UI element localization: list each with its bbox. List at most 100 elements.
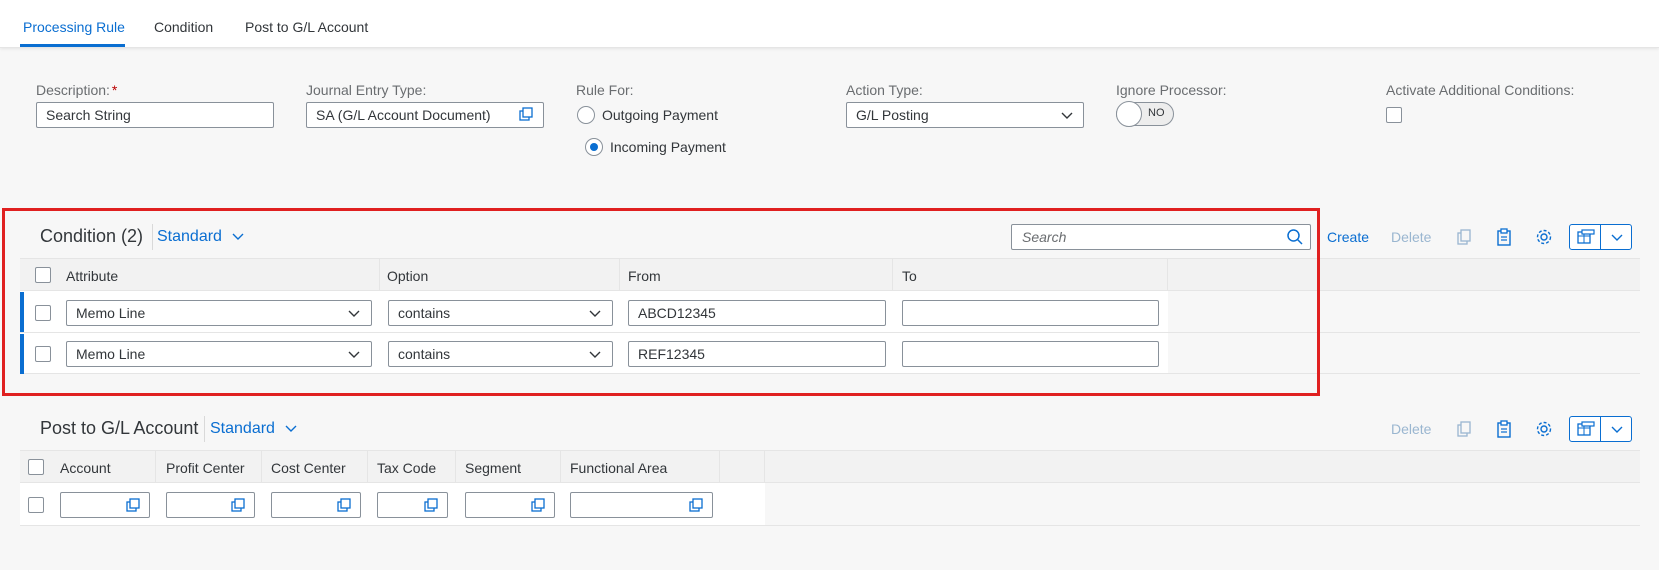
row-filler bbox=[1168, 291, 1640, 333]
column-separator bbox=[560, 450, 561, 483]
settings-gear-icon[interactable] bbox=[1535, 420, 1553, 438]
gl-export-button[interactable] bbox=[1569, 416, 1601, 442]
select-all-checkbox[interactable] bbox=[35, 267, 51, 283]
export-table-icon bbox=[1577, 229, 1595, 244]
copy-icon[interactable] bbox=[1455, 420, 1473, 438]
gl-variant-label: Standard bbox=[210, 420, 275, 437]
row-divider bbox=[1168, 373, 1640, 374]
outgoing-payment-label: Outgoing Payment bbox=[602, 107, 718, 123]
column-separator bbox=[619, 258, 620, 291]
condition-table-title: Condition (2) bbox=[40, 226, 144, 246]
gl-select-all-checkbox[interactable] bbox=[28, 459, 44, 475]
journal-entry-type-input[interactable]: SA (G/L Account Document) bbox=[306, 102, 544, 128]
gl-export-menu-button[interactable] bbox=[1600, 416, 1632, 442]
column-separator bbox=[261, 450, 262, 483]
export-button[interactable] bbox=[1569, 224, 1601, 250]
value-help-icon[interactable] bbox=[424, 498, 438, 512]
chevron-down-icon[interactable] bbox=[348, 351, 360, 359]
tab-processing-rule[interactable]: Processing Rule bbox=[23, 19, 125, 35]
from-input[interactable]: ABCD12345 bbox=[628, 300, 886, 326]
chevron-down-icon bbox=[285, 425, 297, 432]
column-header-attribute[interactable]: Attribute bbox=[66, 268, 118, 284]
column-header-tax-code[interactable]: Tax Code bbox=[377, 460, 436, 476]
row-highlight-marker bbox=[20, 334, 24, 374]
option-select[interactable]: contains bbox=[388, 341, 613, 367]
value-help-icon[interactable] bbox=[531, 498, 545, 512]
column-separator bbox=[892, 258, 893, 291]
search-icon[interactable] bbox=[1286, 228, 1304, 246]
condition-search-input[interactable]: Search bbox=[1011, 224, 1311, 250]
column-header-from[interactable]: From bbox=[628, 268, 661, 284]
chevron-down-icon[interactable] bbox=[1061, 112, 1073, 120]
to-input[interactable] bbox=[902, 300, 1159, 326]
ignore-processor-label: Ignore Processor: bbox=[1116, 82, 1227, 98]
row-select-checkbox[interactable] bbox=[35, 346, 51, 362]
search-placeholder: Search bbox=[1022, 229, 1067, 245]
chevron-down-icon bbox=[1611, 234, 1623, 241]
activate-additional-conditions-checkbox[interactable] bbox=[1386, 107, 1402, 123]
attribute-select[interactable]: Memo Line bbox=[66, 300, 372, 326]
value-help-icon[interactable] bbox=[519, 107, 533, 121]
column-separator bbox=[367, 450, 368, 483]
condition-variant-label: Standard bbox=[157, 228, 222, 245]
chevron-down-icon bbox=[1611, 426, 1623, 433]
paste-icon[interactable] bbox=[1495, 228, 1513, 246]
create-button[interactable]: Create bbox=[1327, 229, 1369, 245]
chevron-down-icon bbox=[232, 233, 244, 240]
column-header-option[interactable]: Option bbox=[387, 268, 428, 284]
gl-row-select-checkbox[interactable] bbox=[28, 497, 44, 513]
action-type-select[interactable]: G/L Posting bbox=[846, 102, 1084, 128]
settings-gear-icon[interactable] bbox=[1535, 228, 1553, 246]
tab-post-to-gl-account[interactable]: Post to G/L Account bbox=[245, 19, 368, 35]
journal-entry-type-value: SA (G/L Account Document) bbox=[316, 107, 491, 123]
title-separator bbox=[152, 224, 153, 250]
option-select[interactable]: contains bbox=[388, 300, 613, 326]
title-separator bbox=[204, 416, 205, 442]
gl-delete-button[interactable]: Delete bbox=[1391, 421, 1431, 437]
ignore-processor-switch[interactable]: NO bbox=[1116, 101, 1174, 127]
outgoing-payment-radio[interactable] bbox=[577, 106, 595, 124]
gl-variant-selector[interactable]: Standard bbox=[210, 420, 297, 438]
active-tab-indicator bbox=[20, 44, 125, 47]
incoming-payment-radio[interactable] bbox=[585, 138, 603, 156]
condition-table-header bbox=[20, 258, 1640, 291]
column-header-profit-center[interactable]: Profit Center bbox=[166, 460, 245, 476]
description-label-text: Description: bbox=[36, 82, 110, 98]
column-header-to[interactable]: To bbox=[902, 268, 917, 284]
action-type-value: G/L Posting bbox=[856, 107, 929, 123]
attribute-select[interactable]: Memo Line bbox=[66, 341, 372, 367]
description-label: Description: * bbox=[36, 82, 117, 98]
to-input[interactable] bbox=[902, 341, 1159, 367]
column-header-segment[interactable]: Segment bbox=[465, 460, 521, 476]
paste-icon[interactable] bbox=[1495, 420, 1513, 438]
tab-condition[interactable]: Condition bbox=[154, 19, 213, 35]
value-help-icon[interactable] bbox=[689, 498, 703, 512]
incoming-payment-label: Incoming Payment bbox=[610, 139, 726, 155]
chevron-down-icon[interactable] bbox=[589, 351, 601, 359]
chevron-down-icon[interactable] bbox=[348, 310, 360, 318]
column-separator bbox=[379, 258, 380, 291]
gl-table-header bbox=[20, 450, 1640, 483]
switch-state-text: NO bbox=[1148, 107, 1165, 119]
chevron-down-icon[interactable] bbox=[589, 310, 601, 318]
column-header-functional-area[interactable]: Functional Area bbox=[570, 460, 667, 476]
description-input[interactable]: Search String bbox=[36, 102, 274, 128]
delete-button[interactable]: Delete bbox=[1391, 229, 1431, 245]
condition-variant-selector[interactable]: Standard bbox=[157, 228, 244, 246]
tab-bar: Processing Rule Condition Post to G/L Ac… bbox=[0, 0, 1659, 48]
attribute-value: Memo Line bbox=[76, 305, 146, 321]
value-help-icon[interactable] bbox=[337, 498, 351, 512]
option-value: contains bbox=[398, 346, 451, 362]
activate-additional-conditions-label: Activate Additional Conditions: bbox=[1386, 82, 1575, 98]
value-help-icon[interactable] bbox=[231, 498, 245, 512]
column-header-cost-center[interactable]: Cost Center bbox=[271, 460, 346, 476]
from-input[interactable]: REF12345 bbox=[628, 341, 886, 367]
action-type-label: Action Type: bbox=[846, 82, 923, 98]
value-help-icon[interactable] bbox=[126, 498, 140, 512]
column-header-account[interactable]: Account bbox=[60, 460, 111, 476]
switch-knob bbox=[1116, 101, 1142, 127]
row-divider bbox=[765, 525, 1640, 526]
export-menu-button[interactable] bbox=[1600, 224, 1632, 250]
row-select-checkbox[interactable] bbox=[35, 305, 51, 321]
copy-icon[interactable] bbox=[1455, 228, 1473, 246]
